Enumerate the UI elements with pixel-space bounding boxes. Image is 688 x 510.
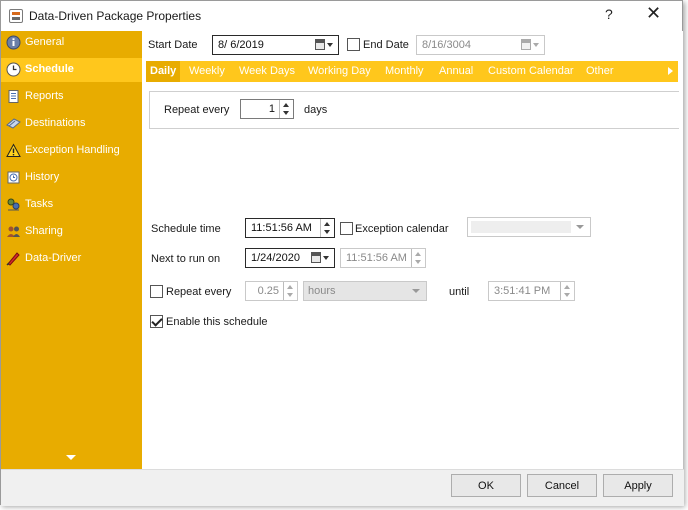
cancel-button[interactable]: Cancel (527, 474, 597, 497)
tab-other[interactable]: Other (586, 61, 614, 82)
spin-buttons-icon[interactable] (279, 100, 293, 118)
repeat-every-label: Repeat every (166, 286, 232, 298)
sidebar-item-label: Reports (25, 90, 64, 102)
ok-button[interactable]: OK (451, 474, 521, 497)
tab-custom-calendar[interactable]: Custom Calendar (488, 61, 574, 82)
exception-calendar-checkbox[interactable] (340, 222, 353, 235)
daily-repeat-stepper[interactable]: 1 (240, 99, 294, 119)
chevron-down-icon (412, 289, 420, 293)
tab-week-days[interactable]: Week Days (239, 61, 295, 82)
exception-calendar-select[interactable] (467, 217, 591, 237)
tabs-scroll-right-icon[interactable] (668, 67, 673, 75)
close-button[interactable]: ✕ (646, 3, 661, 24)
repeat-unit-value: hours (308, 285, 336, 297)
title-bar: Data-Driven Package Properties ? ✕ (1, 1, 682, 31)
report-icon (8, 90, 19, 103)
until-label: until (449, 286, 470, 298)
sidebar-item-data-driver[interactable]: Data-Driver (1, 247, 142, 271)
start-date-picker[interactable]: 8/ 6/2019 (212, 35, 339, 55)
daily-repeat-unit: days (304, 104, 328, 116)
apply-button[interactable]: Apply (603, 474, 673, 497)
repeat-unit-select[interactable]: hours (303, 281, 427, 301)
next-run-time-value: 11:51:56 AM (346, 252, 407, 264)
sidebar-item-general[interactable]: General (1, 31, 142, 55)
chevron-down-icon (576, 225, 584, 229)
sidebar-item-reports[interactable]: Reports (1, 85, 142, 109)
tab-annual[interactable]: Annual (439, 61, 473, 82)
exception-calendar-value (471, 221, 571, 233)
spin-buttons-icon[interactable] (283, 282, 297, 300)
spin-buttons-icon[interactable] (411, 249, 425, 267)
exception-calendar-label: Exception calendar (355, 223, 449, 235)
destinations-icon (6, 118, 21, 129)
sidebar-item-tasks[interactable]: Tasks (1, 193, 142, 217)
end-date-picker[interactable]: 8/16/3004 (416, 35, 545, 55)
sidebar: General Schedule Reports Destinations Ex… (1, 31, 142, 469)
sidebar-item-label: Data-Driver (25, 252, 82, 264)
end-date-value: 8/16/3004 (422, 39, 471, 51)
data-driver-icon (6, 252, 20, 266)
sidebar-item-history[interactable]: History (1, 166, 142, 190)
repeat-interval-value: 0.25 (257, 285, 279, 297)
sidebar-item-label: General (25, 36, 65, 48)
schedule-time-label: Schedule time (151, 223, 221, 235)
repeat-interval-stepper[interactable]: 0.25 (245, 281, 298, 301)
sidebar-item-sharing[interactable]: Sharing (1, 220, 142, 244)
info-icon (6, 35, 21, 50)
next-run-date-picker[interactable]: 1/24/2020 (245, 248, 335, 268)
sidebar-item-label: Destinations (25, 117, 86, 129)
properties-dialog: Data-Driven Package Properties ? ✕ Gener… (0, 0, 684, 506)
enable-schedule-label: Enable this schedule (166, 316, 268, 328)
tab-monthly[interactable]: Monthly (385, 61, 424, 82)
calendar-dropdown-icon[interactable] (314, 38, 336, 52)
until-time-value: 3:51:41 PM (494, 285, 551, 297)
next-run-date-value: 1/24/2020 (251, 252, 300, 264)
sidebar-item-label: Schedule (25, 63, 74, 75)
tasks-icon (7, 198, 20, 211)
schedule-time-field[interactable]: 11:51:56 AM (245, 218, 335, 238)
next-run-time-field[interactable]: 11:51:56 AM (340, 248, 426, 268)
tab-weekly[interactable]: Weekly (189, 61, 225, 82)
schedule-time-value: 11:51:56 AM (251, 222, 312, 234)
end-date-label: End Date (363, 39, 409, 51)
sidebar-item-label: Exception Handling (25, 144, 120, 156)
help-button[interactable]: ? (605, 6, 613, 22)
history-icon (7, 171, 20, 184)
sidebar-item-label: Sharing (25, 225, 63, 237)
app-icon (9, 9, 23, 23)
enable-schedule-checkbox[interactable] (150, 315, 163, 328)
sidebar-item-destinations[interactable]: Destinations (1, 112, 142, 136)
sidebar-item-label: Tasks (25, 198, 54, 210)
clock-icon (6, 62, 21, 77)
sidebar-item-label: History (25, 171, 60, 183)
sharing-icon (7, 226, 20, 237)
daily-repeat-value: 1 (268, 103, 275, 115)
start-date-value: 8/ 6/2019 (218, 39, 264, 51)
repeat-every-checkbox[interactable] (150, 285, 163, 298)
window-title: Data-Driven Package Properties (29, 9, 202, 23)
spin-buttons-icon[interactable] (320, 219, 334, 237)
calendar-dropdown-icon[interactable] (310, 251, 332, 265)
daily-repeat-label: Repeat every (164, 104, 230, 116)
tab-working-day[interactable]: Working Day (308, 61, 371, 82)
calendar-dropdown-icon[interactable] (520, 38, 542, 52)
end-date-checkbox[interactable] (347, 38, 360, 51)
until-time-field[interactable]: 3:51:41 PM (488, 281, 575, 301)
sidebar-item-exception-handling[interactable]: Exception Handling (1, 139, 142, 163)
start-date-label: Start Date (148, 39, 198, 51)
warning-icon (6, 143, 21, 157)
tab-daily[interactable]: Daily (146, 61, 181, 82)
spin-buttons-icon[interactable] (560, 282, 574, 300)
next-run-label: Next to run on (151, 253, 221, 265)
sidebar-item-schedule[interactable]: Schedule (1, 58, 142, 82)
sidebar-scroll-down-icon[interactable] (66, 455, 76, 460)
